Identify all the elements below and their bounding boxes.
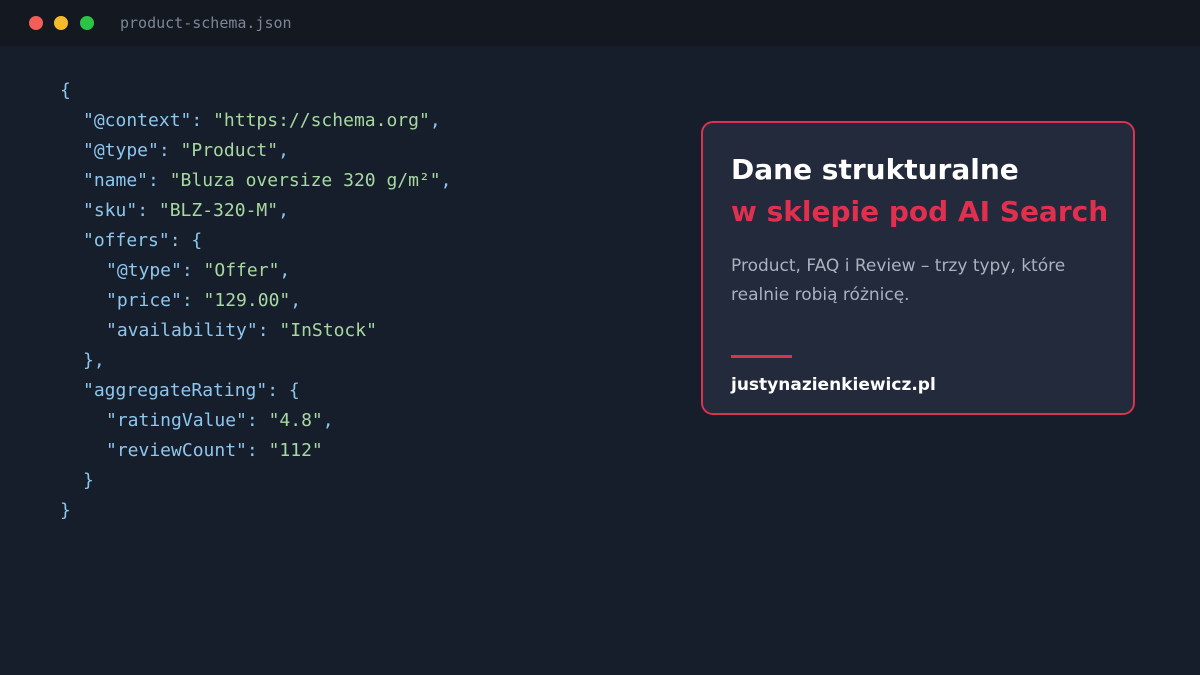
title-bar: product-schema.json: [0, 0, 1200, 46]
promo-card: Dane strukturalne w sklepie pod AI Searc…: [701, 121, 1135, 415]
code-token-str: "4.8": [268, 410, 323, 431]
code-token-key: "reviewCount": [106, 440, 247, 461]
code-token-punc: }: [60, 500, 71, 521]
code-line: "ratingValue": "4.8",: [60, 406, 452, 436]
code-line: "name": "Bluza oversize 320 g/m²",: [60, 166, 452, 196]
code-line: },: [60, 346, 452, 376]
card-title-line-2: w sklepie pod AI Search: [731, 195, 1109, 228]
code-token-punc: }: [83, 470, 94, 491]
code-line: "price": "129.00",: [60, 286, 452, 316]
code-token-punc: },: [83, 350, 105, 371]
code-token-key: "@type": [106, 260, 182, 281]
code-token-punc: ,: [278, 140, 289, 161]
code-token-punc: :: [137, 200, 159, 221]
code-token-punc: {: [60, 80, 71, 101]
code-token-punc: :: [257, 320, 280, 341]
code-token-key: "@type": [83, 140, 159, 161]
code-token-key: "availability": [106, 320, 258, 341]
code-line: "offers": {: [60, 226, 452, 256]
code-token-key: "offers": [83, 230, 170, 251]
code-token-str: "Bluza oversize 320 g/m²": [169, 170, 441, 191]
code-line: "aggregateRating": {: [60, 376, 452, 406]
code-line: "@type": "Offer",: [60, 256, 452, 286]
code-token-punc: : {: [169, 230, 203, 251]
code-token-key: "price": [106, 290, 182, 311]
code-token-key: "sku": [83, 200, 138, 221]
minimize-window-button[interactable]: [54, 16, 68, 30]
accent-divider: [731, 355, 792, 358]
code-editor: {"@context": "https://schema.org", "@type…: [60, 76, 452, 526]
code-token-key: "ratingValue": [106, 410, 247, 431]
code-token-punc: ,: [290, 290, 302, 311]
code-token-str: "112": [268, 440, 323, 461]
editor-window: product-schema.json { "@context": "https:…: [0, 0, 1200, 675]
site-url: justynazienkiewicz.pl: [731, 375, 936, 395]
code-token-str: "BLZ-320-M": [158, 200, 279, 221]
close-window-button[interactable]: [29, 16, 43, 30]
code-token-punc: ,: [278, 200, 289, 221]
code-line: "@type": "Product",: [60, 136, 452, 166]
code-line: "sku": "BLZ-320-M",: [60, 196, 452, 226]
card-title-line-1: Dane strukturalne: [731, 153, 1019, 186]
file-name: product-schema.json: [120, 14, 292, 32]
code-token-punc: :: [246, 410, 269, 431]
code-line: {: [60, 76, 452, 106]
code-token-punc: :: [181, 290, 204, 311]
code-line: }: [60, 466, 452, 496]
code-token-punc: :: [181, 260, 204, 281]
code-token-str: "129.00": [203, 290, 291, 311]
code-token-str: "Offer": [203, 260, 280, 281]
code-token-punc: ,: [322, 410, 334, 431]
code-token-punc: ,: [279, 260, 291, 281]
code-token-key: "name": [83, 170, 149, 191]
code-token-punc: : {: [267, 380, 300, 401]
maximize-window-button[interactable]: [80, 16, 94, 30]
code-token-punc: ,: [429, 110, 441, 131]
card-description: Product, FAQ i Review – trzy typy, które…: [731, 256, 1066, 305]
code-token-punc: :: [158, 140, 181, 161]
code-token-punc: :: [191, 110, 214, 131]
code-line: }: [60, 496, 452, 526]
code-token-punc: ,: [440, 170, 452, 191]
code-token-str: "Product": [180, 140, 279, 161]
code-token-str: "https://schema.org": [213, 110, 430, 131]
code-token-punc: :: [148, 170, 170, 191]
code-line: "availability": "InStock": [60, 316, 452, 346]
code-token-punc: :: [246, 440, 269, 461]
card-title: Dane strukturalne w sklepie pod AI Searc…: [731, 149, 1108, 233]
code-token-str: "InStock": [279, 320, 377, 341]
code-line: "reviewCount": "112": [60, 436, 452, 466]
code-token-key: "@context": [83, 110, 192, 131]
code-line: "@context": "https://schema.org",: [60, 106, 452, 136]
code-token-key: "aggregateRating": [83, 380, 268, 401]
